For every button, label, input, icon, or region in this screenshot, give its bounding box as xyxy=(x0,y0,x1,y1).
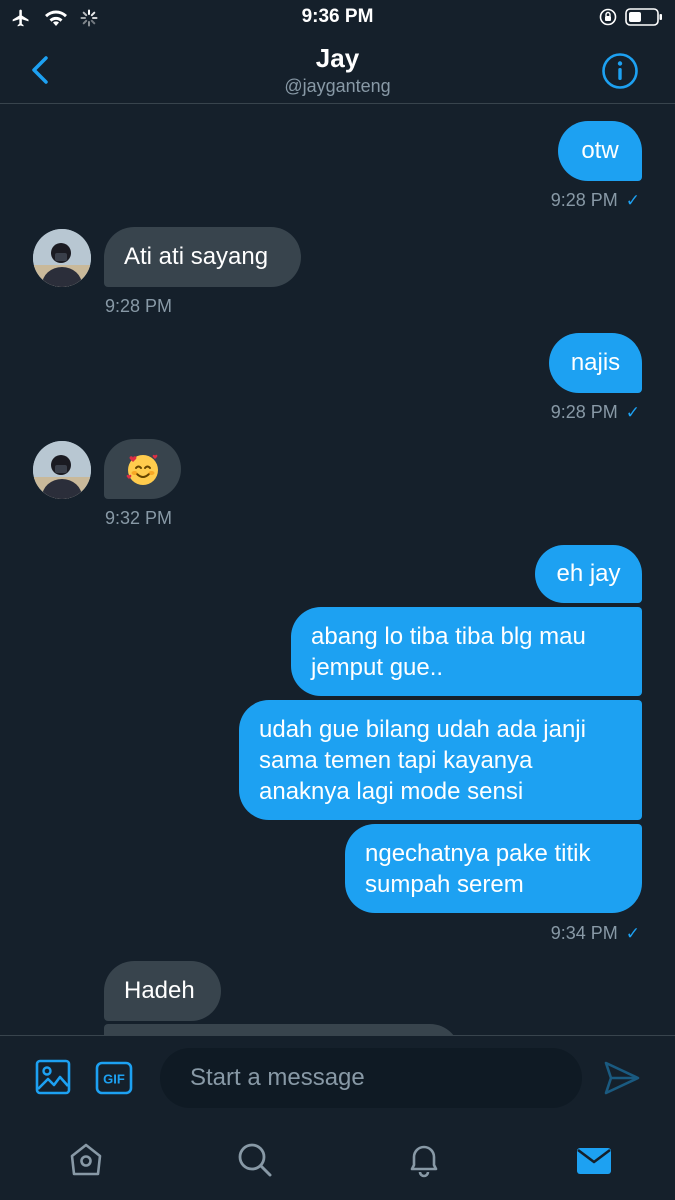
received-message[interactable]: Hadeh xyxy=(104,961,221,1021)
gif-label: GIF xyxy=(103,1072,125,1087)
sent-message[interactable]: abang lo tiba tiba blg mau jemput gue.. xyxy=(291,607,642,696)
messages-icon xyxy=(577,1148,611,1174)
message-timestamp: 9:28 PM ✓ xyxy=(551,402,640,423)
avatar[interactable] xyxy=(33,229,91,287)
avatar[interactable] xyxy=(33,441,91,499)
contact-name[interactable]: Jay xyxy=(0,43,675,74)
sent-message[interactable]: eh jay xyxy=(535,545,642,603)
message-text: otw xyxy=(581,137,619,164)
message-text: Hadeh xyxy=(124,977,195,1004)
message-timestamp: 9:28 PM ✓ xyxy=(551,190,640,211)
message-timestamp: 9:32 PM xyxy=(105,508,173,528)
gif-button[interactable]: GIF xyxy=(95,1061,133,1095)
smiling-face-with-hearts-icon xyxy=(126,454,158,485)
read-check-icon: ✓ xyxy=(625,924,640,943)
message-text: najis xyxy=(570,349,621,376)
image-button[interactable] xyxy=(35,1059,71,1095)
avatar-photo-icon xyxy=(33,229,91,287)
status-time: 9:36 PM xyxy=(301,6,374,27)
bottom-tab-bar xyxy=(0,1121,675,1200)
info-button[interactable] xyxy=(601,52,639,90)
message-text: udah gue bilang udah ada janji sama teme… xyxy=(259,716,586,805)
read-check-icon: ✓ xyxy=(625,191,640,210)
avatar-photo-icon xyxy=(33,441,91,499)
message-timestamp: 9:34 PM ✓ xyxy=(551,923,640,944)
sent-message[interactable]: udah gue bilang udah ada janji sama teme… xyxy=(239,700,642,820)
status-right-icons xyxy=(599,7,663,27)
image-icon xyxy=(35,1059,71,1095)
timestamp-text: 9:28 PM xyxy=(550,402,618,422)
sent-message[interactable]: ngechatnya pake titik sumpah serem xyxy=(345,824,642,913)
tab-notifications[interactable] xyxy=(404,1140,444,1180)
message-text: ngechatnya pake titik sumpah serem xyxy=(365,840,591,898)
received-message[interactable]: 🥰 xyxy=(104,439,181,499)
message-text: abang lo tiba tiba blg mau jemput gue.. xyxy=(311,623,586,681)
home-icon xyxy=(70,1143,102,1176)
sent-message[interactable]: najis xyxy=(549,333,642,393)
info-icon xyxy=(602,53,638,89)
message-timestamp: 9:28 PM xyxy=(105,296,173,316)
message-composer: GIF xyxy=(0,1035,675,1121)
sent-message[interactable]: otw xyxy=(558,121,642,181)
gif-icon: GIF xyxy=(95,1061,133,1095)
notifications-icon xyxy=(410,1145,438,1178)
message-text: eh jay xyxy=(556,560,621,587)
message-text: Ati ati sayang xyxy=(124,243,269,270)
status-bar: 9:36 PM xyxy=(0,0,675,36)
read-check-icon: ✓ xyxy=(625,403,640,422)
timestamp-text: 9:34 PM xyxy=(550,923,618,943)
tab-home[interactable] xyxy=(66,1140,106,1180)
contact-handle[interactable]: @jayganteng xyxy=(0,76,675,97)
send-icon xyxy=(604,1061,640,1095)
orientation-lock-icon xyxy=(599,8,617,26)
message-input[interactable] xyxy=(160,1048,582,1108)
search-icon xyxy=(238,1143,272,1177)
battery-icon xyxy=(625,8,662,26)
tab-messages[interactable] xyxy=(574,1140,614,1180)
conversation-header: Jay @jayganteng xyxy=(0,36,675,104)
send-button[interactable] xyxy=(603,1060,641,1096)
message-list[interactable]: otw 9:28 PM ✓ Ati ati sayang 9:28 PM naji… xyxy=(0,105,675,1035)
tab-search[interactable] xyxy=(235,1140,275,1180)
received-message[interactable]: Ati ati sayang xyxy=(104,227,301,287)
timestamp-text: 9:28 PM xyxy=(550,190,618,210)
received-message-partial[interactable] xyxy=(104,1024,460,1035)
